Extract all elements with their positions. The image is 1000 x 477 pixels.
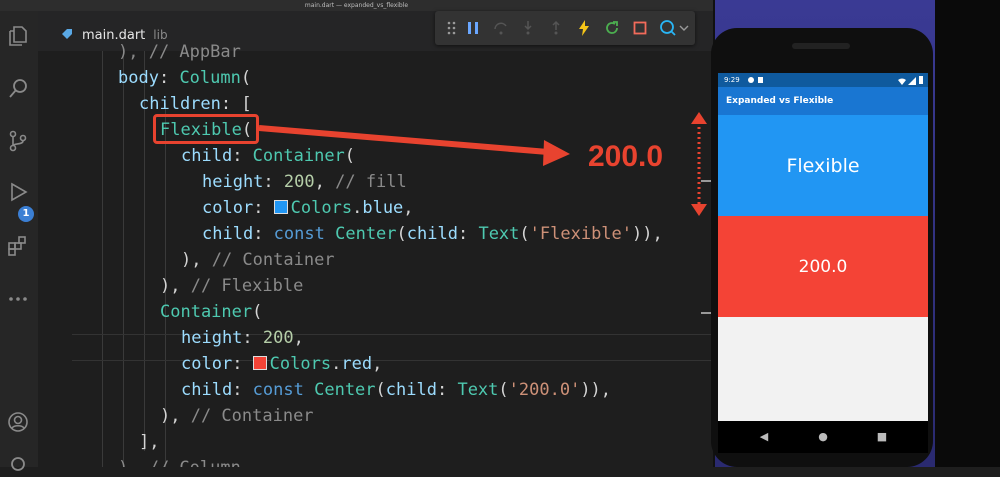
phone-screen: 9:29 Expanded vs Flexible Flexible 200.0… (718, 73, 928, 453)
code-line: color: Colors.blue, (202, 198, 414, 218)
notification-icon (748, 77, 754, 83)
code-line: height: 200, // fill (202, 172, 407, 192)
search-icon[interactable] (5, 75, 31, 101)
explorer-icon[interactable] (5, 23, 31, 49)
extensions-icon[interactable] (5, 233, 31, 259)
indent-guide (123, 51, 124, 467)
dart-file-icon (60, 26, 74, 45)
code-line: child: const Center(child: Text('Flexibl… (202, 224, 663, 244)
recents-icon[interactable]: ■ (874, 429, 890, 445)
hot-reload-icon[interactable] (573, 17, 595, 39)
empty-space (718, 317, 928, 421)
right-panel (935, 0, 1000, 467)
side-tick (701, 180, 711, 182)
home-icon[interactable]: ● (815, 429, 831, 445)
code-line: body: Column( (118, 68, 252, 88)
status-time: 9:29 (724, 76, 740, 84)
editor-area: main.dart lib ), // AppBar body: Column(… (38, 11, 713, 467)
indent-guide (102, 51, 103, 467)
fixed-text: 200.0 (798, 256, 848, 277)
color-swatch-blue (273, 200, 288, 214)
code-editor[interactable]: ), // AppBar body: Column( children: [ F… (38, 42, 713, 467)
devtools-search-icon[interactable] (657, 17, 679, 39)
back-icon[interactable]: ◀ (756, 429, 772, 445)
chevron-down-icon[interactable] (677, 17, 691, 39)
code-line: Container( (160, 302, 263, 322)
flexible-highlight-box (153, 114, 259, 144)
battery-icon (919, 76, 923, 84)
window-title: main.dart — expanded_vs_flexible (0, 0, 713, 11)
color-swatch-red (252, 356, 267, 370)
settings-gear-icon[interactable] (5, 451, 31, 477)
side-tick (701, 312, 711, 314)
code-line: ], (139, 432, 160, 452)
code-line: ), // Column (118, 455, 241, 467)
source-control-icon[interactable] (5, 128, 31, 154)
app-bar-title: Expanded vs Flexible (718, 87, 928, 115)
step-out-icon[interactable] (545, 17, 567, 39)
code-line: ), // Container (181, 250, 335, 270)
activity-bar: 1 (0, 11, 38, 471)
sd-card-icon (758, 77, 763, 83)
step-over-icon[interactable] (490, 17, 512, 39)
step-into-icon[interactable] (517, 17, 539, 39)
run-debug-icon[interactable] (5, 179, 31, 205)
annotation-label: 200.0 (588, 140, 664, 173)
phone-speaker (792, 43, 850, 49)
code-line: ), // AppBar (118, 42, 241, 62)
more-icon[interactable] (5, 286, 31, 312)
debug-toolbar (435, 11, 695, 45)
code-line: height: 200, (181, 328, 304, 348)
restart-icon[interactable] (601, 17, 623, 39)
android-nav-bar: ◀ ● ■ (718, 421, 928, 453)
stop-icon[interactable] (629, 17, 651, 39)
current-line-highlight (72, 334, 713, 361)
flexible-text: Flexible (786, 154, 860, 177)
fixed-container: 200.0 (718, 216, 928, 317)
drag-handle-icon[interactable] (441, 17, 463, 39)
code-line: ), // Container (160, 406, 314, 426)
code-line: ), // Flexible (160, 276, 304, 296)
flexible-container: Flexible (718, 115, 928, 216)
code-line: child: const Center(child: Text('200.0')… (181, 380, 612, 400)
code-line: color: Colors.red, (181, 354, 383, 374)
code-line: child: Container( (181, 146, 356, 166)
status-bar: 9:29 (718, 73, 928, 87)
debug-badge: 1 (18, 206, 34, 222)
pause-icon[interactable] (462, 17, 484, 39)
account-icon[interactable] (5, 409, 31, 435)
